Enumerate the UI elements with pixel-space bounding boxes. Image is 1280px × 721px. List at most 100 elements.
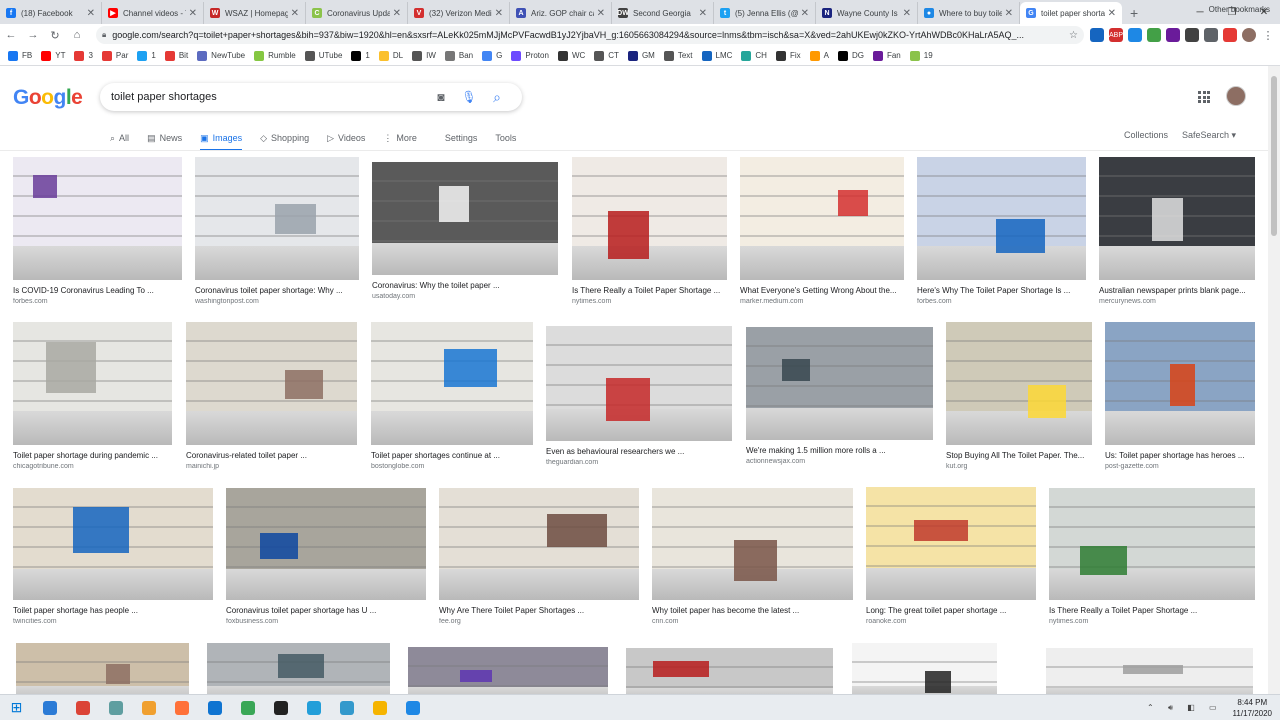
bookmark-item[interactable]: 1 xyxy=(137,50,156,61)
image-result[interactable]: Here's Why The Toilet Paper Shortage Is … xyxy=(917,157,1086,305)
result-caption[interactable]: We're making 1.5 million more rolls a ..… xyxy=(746,446,933,455)
image-result[interactable]: Coronavirus: Why the toilet paper ... usa… xyxy=(372,162,558,300)
image-result[interactable] xyxy=(852,643,997,696)
bookmark-item[interactable]: UTube xyxy=(304,50,342,61)
result-thumbnail[interactable] xyxy=(13,322,172,445)
tab-shopping[interactable]: ◇ Shopping xyxy=(260,128,309,148)
browser-tab[interactable]: t (5) Jenna Ellis (@ ✕ xyxy=(714,2,816,24)
result-caption[interactable]: Long: The great toilet paper shortage ..… xyxy=(866,606,1036,615)
bookmark-item[interactable]: 3 xyxy=(74,50,93,61)
result-caption[interactable]: Toilet paper shortage has people ... xyxy=(13,606,213,615)
image-result[interactable]: Long: The great toilet paper shortage ..… xyxy=(866,487,1036,625)
profile-avatar-icon[interactable] xyxy=(1242,28,1256,42)
image-result[interactable]: We're making 1.5 million more rolls a ..… xyxy=(746,327,933,465)
home-icon[interactable]: ⌂ xyxy=(66,29,88,41)
image-result[interactable] xyxy=(626,648,833,696)
extension-icon[interactable] xyxy=(1147,28,1161,42)
result-thumbnail[interactable] xyxy=(226,488,426,600)
url-bar[interactable]: 🔒︎ google.com/search?q=toilet+paper+shor… xyxy=(96,26,1084,44)
image-result[interactable]: Why Are There Toilet Paper Shortages ...… xyxy=(439,488,639,625)
bookmark-item[interactable]: DL xyxy=(378,50,403,61)
bookmark-item[interactable]: Rumble xyxy=(254,50,296,61)
microphone-icon[interactable]: 🎙︎ xyxy=(455,90,483,104)
result-caption[interactable]: Coronavirus toilet paper shortage: Why .… xyxy=(195,286,359,295)
extension-icon[interactable] xyxy=(1185,28,1199,42)
result-thumbnail[interactable] xyxy=(866,487,1036,600)
image-result[interactable] xyxy=(408,647,608,696)
image-result[interactable]: Us: Toilet paper shortage has heroes ...… xyxy=(1105,322,1255,470)
bookmark-item[interactable]: Par xyxy=(101,50,128,61)
result-thumbnail[interactable] xyxy=(852,643,997,696)
image-result[interactable]: Toilet paper shortage has people ... twin… xyxy=(13,488,213,625)
search-box[interactable]: toilet paper shortages ◙ 🎙︎ ⌕ xyxy=(100,83,522,111)
puzzle-icon[interactable] xyxy=(1204,28,1218,42)
bookmark-item[interactable]: IW xyxy=(412,50,436,61)
bookmark-item[interactable]: Ban xyxy=(444,50,473,61)
taskbar-app[interactable] xyxy=(330,695,363,721)
tab-close-icon[interactable]: ✕ xyxy=(189,8,197,19)
result-thumbnail[interactable] xyxy=(626,648,833,696)
tab-all[interactable]: ⌕ All xyxy=(110,128,129,148)
result-caption[interactable]: Toilet paper shortages continue at ... xyxy=(371,451,533,460)
result-caption[interactable]: Why toilet paper has become the latest .… xyxy=(652,606,853,615)
result-caption[interactable]: Why Are There Toilet Paper Shortages ... xyxy=(439,606,639,615)
result-thumbnail[interactable] xyxy=(195,157,359,280)
browser-tab[interactable]: N Wayne County Is ✕ xyxy=(816,2,918,24)
tab-close-icon[interactable]: ✕ xyxy=(87,8,95,19)
taskbar-app[interactable] xyxy=(396,695,429,721)
browser-tab[interactable]: Gtoilet paper shortages✕ xyxy=(1020,2,1122,24)
result-caption[interactable]: Here's Why The Toilet Paper Shortage Is … xyxy=(917,286,1086,295)
browser-tab[interactable]: DW Second Georgia ✕ xyxy=(612,2,714,24)
taskbar-app[interactable] xyxy=(198,695,231,721)
bookmark-item[interactable]: YT xyxy=(41,50,65,61)
search-input[interactable]: toilet paper shortages xyxy=(111,91,427,103)
bookmark-item[interactable]: NewTube xyxy=(197,50,245,61)
image-result[interactable]: Coronavirus toilet paper shortage has U … xyxy=(226,488,426,625)
bookmark-item[interactable]: GM xyxy=(627,50,655,61)
forward-arrow-icon[interactable]: → xyxy=(22,29,44,41)
page-scrollbar[interactable] xyxy=(1268,66,1280,694)
bookmark-star-icon[interactable]: ☆ xyxy=(1069,30,1078,41)
bookmark-item[interactable]: CH xyxy=(741,50,767,61)
result-caption[interactable]: Even as behavioural researchers we ... xyxy=(546,447,732,456)
taskbar-app[interactable] xyxy=(33,695,66,721)
search-icon[interactable]: ⌕ xyxy=(483,89,511,106)
taskbar-app[interactable] xyxy=(264,695,297,721)
image-result[interactable]: Coronavirus toilet paper shortage: Why .… xyxy=(195,157,359,305)
camera-icon[interactable]: ◙ xyxy=(427,90,455,104)
extension-icon[interactable] xyxy=(1166,28,1180,42)
tray-icons[interactable]: ⌃ 🔊︎ ◧ ▭ xyxy=(1147,703,1223,713)
bookmark-item[interactable]: Text xyxy=(663,50,693,61)
taskbar-app[interactable] xyxy=(231,695,264,721)
result-thumbnail[interactable] xyxy=(439,488,639,600)
scrollbar-thumb[interactable] xyxy=(1271,76,1277,236)
google-logo[interactable]: Google xyxy=(13,86,83,110)
image-result[interactable] xyxy=(16,643,189,696)
tab-videos[interactable]: ▷ Videos xyxy=(327,128,365,148)
bookmark-item[interactable]: Bit xyxy=(164,50,188,61)
adblock-icon[interactable]: ABP xyxy=(1109,28,1123,42)
result-thumbnail[interactable] xyxy=(572,157,727,280)
bookmark-item[interactable]: WC xyxy=(557,50,585,61)
image-result[interactable] xyxy=(1046,648,1253,696)
result-caption[interactable]: What Everyone's Getting Wrong About the.… xyxy=(740,286,904,295)
other-bookmarks[interactable]: Other bookmarks xyxy=(1209,5,1270,14)
browser-tab[interactable]: A Ariz. GOP chair calls✕ xyxy=(510,2,612,24)
browser-tab[interactable]: V (32) Verizon Media ✕ xyxy=(408,2,510,24)
tab-close-icon[interactable]: ✕ xyxy=(699,8,707,19)
result-caption[interactable]: Is There Really a Toilet Paper Shortage … xyxy=(572,286,727,295)
browser-tab[interactable]: C Coronavirus Updates✕ xyxy=(306,2,408,24)
tab-close-icon[interactable]: ✕ xyxy=(801,8,809,19)
avatar[interactable] xyxy=(1226,86,1246,106)
result-thumbnail[interactable] xyxy=(371,322,533,445)
media-icon[interactable] xyxy=(1223,28,1237,42)
image-result[interactable]: Stop Buying All The Toilet Paper. The...… xyxy=(946,322,1092,470)
safesearch-menu[interactable]: SafeSearch ▾ xyxy=(1182,130,1236,141)
result-thumbnail[interactable] xyxy=(917,157,1086,280)
result-thumbnail[interactable] xyxy=(1105,322,1255,445)
image-result[interactable]: Toilet paper shortage during pandemic ..… xyxy=(13,322,172,470)
browser-tab[interactable]: ▶ Channel videos - YouTube✕ xyxy=(102,2,204,24)
taskbar-app[interactable] xyxy=(363,695,396,721)
image-result[interactable]: Australian newspaper prints blank page..… xyxy=(1099,157,1255,305)
browser-tab[interactable]: W WSAZ | Homepage ✕ xyxy=(204,2,306,24)
